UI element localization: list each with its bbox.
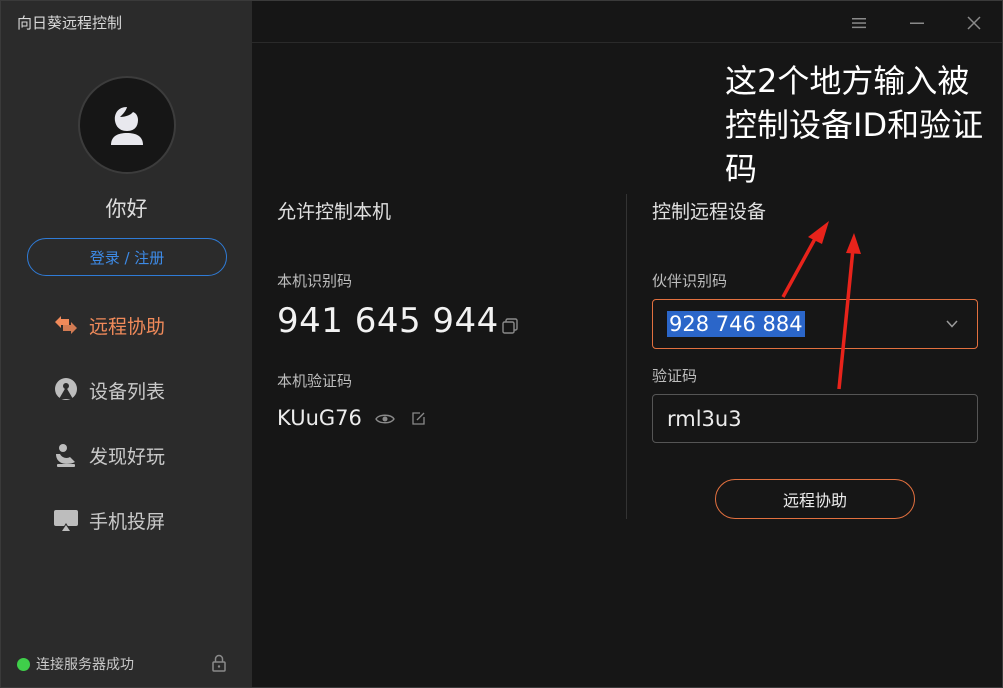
annotation-arrow-right — [837, 248, 855, 390]
annotation-arrow-left-head — [808, 221, 829, 244]
annotation-arrow-left — [781, 236, 818, 298]
app-window: 向日葵远程控制 你好 登录 / 注册 远程协助 设备列表 发现好玩 手机投屏 连… — [0, 0, 1003, 688]
annotation-arrows — [781, 221, 861, 390]
annotation-arrow-right-head — [846, 233, 861, 254]
